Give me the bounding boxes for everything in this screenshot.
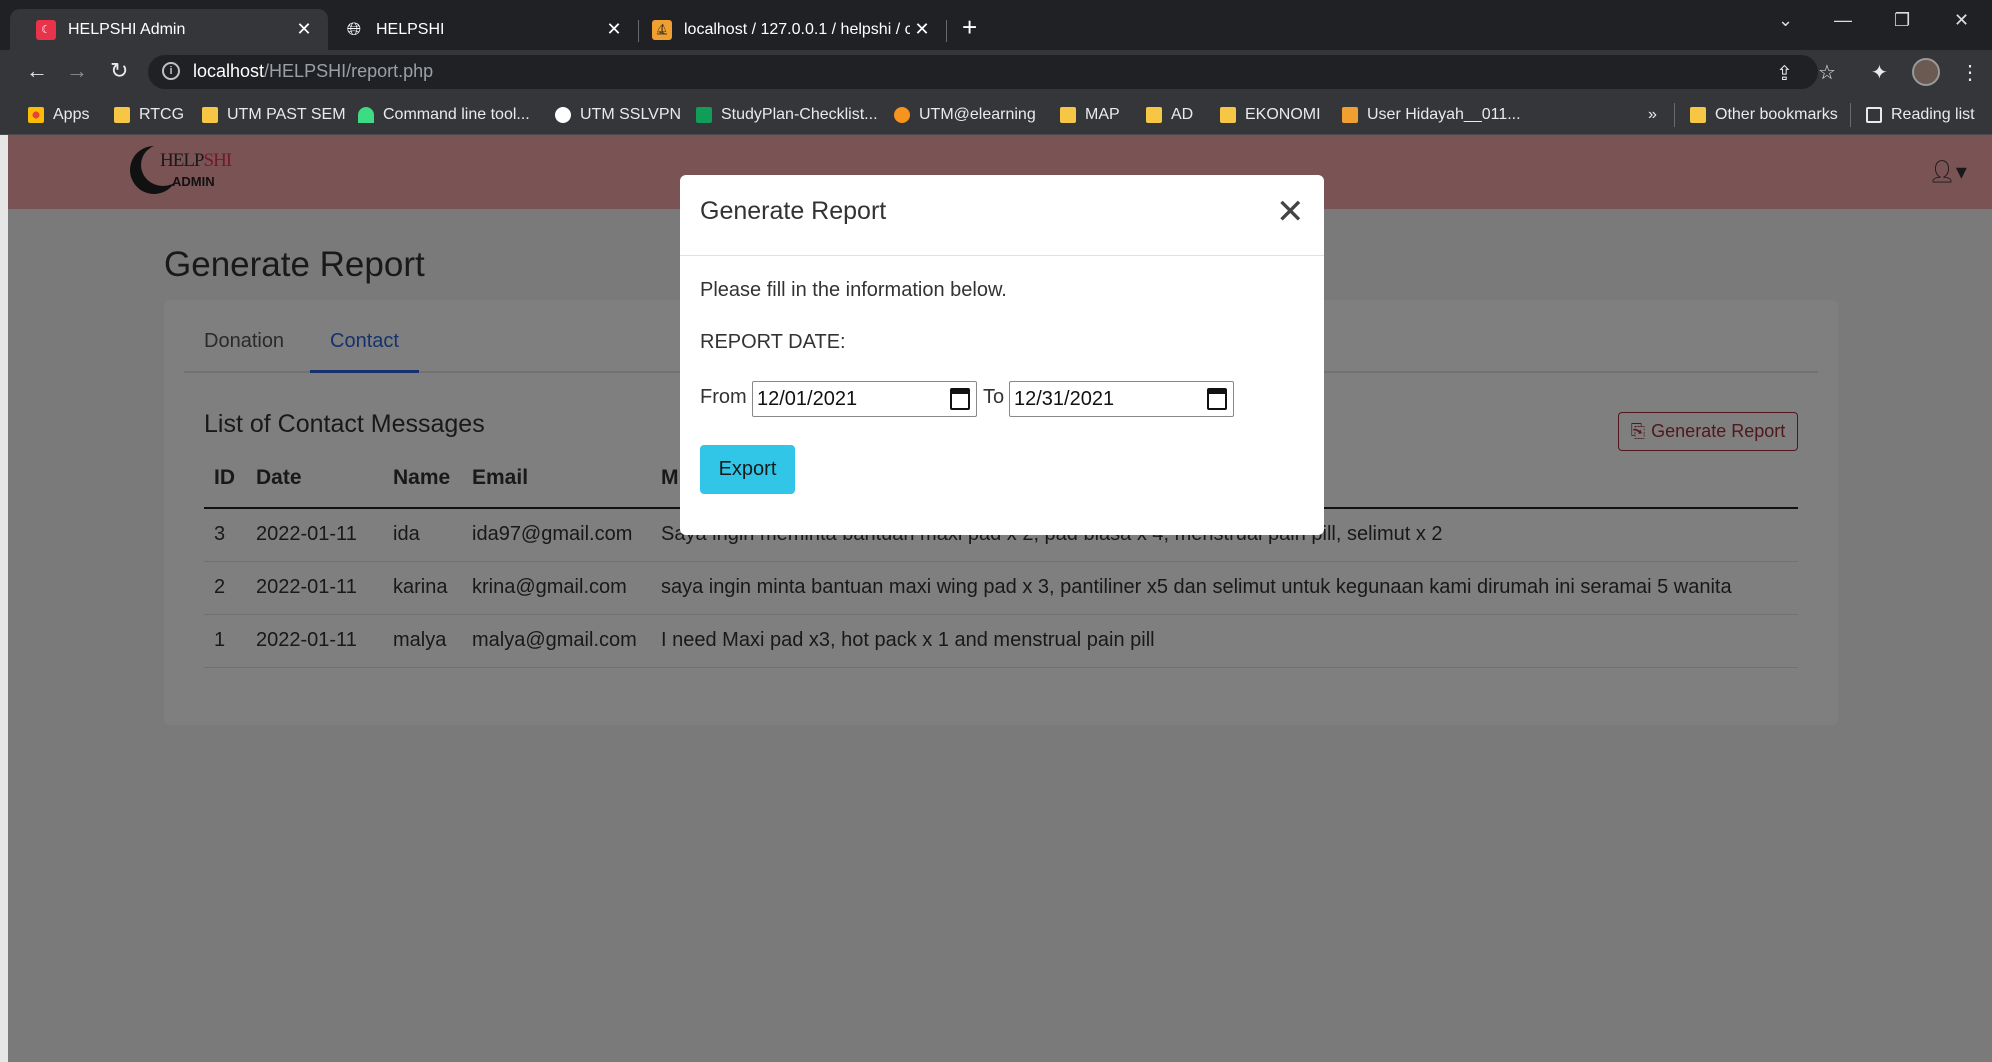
from-date-input[interactable]: 12/01/2021 xyxy=(752,381,977,417)
folder-icon xyxy=(1146,107,1162,123)
globe-icon: 🌐︎ xyxy=(346,19,362,39)
bookmark-user-hidayah[interactable]: User Hidayah__011... xyxy=(1342,103,1521,127)
bookmark-ad[interactable]: AD xyxy=(1146,103,1193,127)
bookmark-rtcg[interactable]: RTCG xyxy=(114,103,184,127)
bookmark-apps[interactable]: Apps xyxy=(28,103,89,127)
bookmark-label: StudyPlan-Checklist... xyxy=(721,106,878,123)
share-icon[interactable]: ⇪ xyxy=(1776,61,1793,86)
sheets-icon xyxy=(696,107,712,123)
tab-title: HELPSHI Admin xyxy=(68,20,186,38)
bookmark-star-icon[interactable]: ☆ xyxy=(1818,60,1836,85)
reading-list-icon xyxy=(1866,107,1882,123)
bookmark-command-line[interactable]: Command line tool... xyxy=(358,103,530,127)
bookmark-label: RTCG xyxy=(139,106,185,123)
android-icon xyxy=(358,107,374,123)
tab-title: HELPSHI xyxy=(376,20,445,38)
phpmyadmin-icon: ⛵︎ xyxy=(652,19,672,40)
url-host: localhost xyxy=(193,61,265,81)
from-label: From xyxy=(700,386,747,408)
tab-search-icon[interactable]: ⌄ xyxy=(1778,10,1793,31)
folder-icon xyxy=(114,107,130,123)
bookmark-ekonomi[interactable]: EKONOMI xyxy=(1220,103,1321,127)
report-date-label: REPORT DATE: xyxy=(700,331,846,353)
bookmark-reading-list[interactable]: Reading list xyxy=(1866,103,1975,127)
bookmark-utm-sslvpn[interactable]: UTM SSLVPN xyxy=(555,103,681,127)
to-date-input[interactable]: 12/31/2021 xyxy=(1009,381,1234,417)
to-label: To xyxy=(983,386,1005,408)
modal-title: Generate Report xyxy=(700,197,887,225)
generate-report-modal: Generate Report ✕ Please fill in the inf… xyxy=(680,175,1324,535)
bookmark-label: UTM SSLVPN xyxy=(580,106,682,123)
close-tab-icon[interactable]: ✕ xyxy=(602,19,626,40)
close-tab-icon[interactable]: ✕ xyxy=(910,19,934,40)
bookmark-label: AD xyxy=(1171,106,1194,123)
calendar-icon[interactable] xyxy=(950,388,970,410)
close-tab-icon[interactable]: ✕ xyxy=(292,19,316,40)
tab-title: localhost / 127.0.0.1 / helpshi / c xyxy=(684,20,910,38)
url-path: /HELPSHI/report.php xyxy=(264,61,434,81)
menu-kebab-icon[interactable]: ⋮ xyxy=(1960,60,1980,85)
new-tab-icon[interactable]: + xyxy=(962,12,977,43)
modal-instructions: Please fill in the information below. xyxy=(700,279,1007,301)
restore-icon[interactable]: ❐ xyxy=(1894,10,1910,31)
moodle-icon xyxy=(894,107,910,123)
globe-icon xyxy=(555,107,571,123)
browser-toolbar: ← → ↻ i localhost/HELPSHI/report.php ⇪ xyxy=(0,50,1992,95)
profile-avatar[interactable] xyxy=(1912,58,1940,86)
bookmark-utm-elearning[interactable]: UTM@elearning xyxy=(894,103,1036,127)
bookmark-label: MAP xyxy=(1085,106,1120,123)
minimize-icon[interactable]: — xyxy=(1834,10,1852,31)
bookmark-label: User Hidayah__011... xyxy=(1367,106,1521,123)
close-window-icon[interactable]: ✕ xyxy=(1954,10,1969,31)
tab-helpshi[interactable]: 🌐︎ HELPSHI ✕ xyxy=(328,9,638,50)
from-date-value: 12/01/2021 xyxy=(757,388,858,410)
address-bar[interactable]: i localhost/HELPSHI/report.php ⇪ xyxy=(148,55,1818,89)
back-icon[interactable]: ← xyxy=(26,58,48,84)
tab-phpmyadmin[interactable]: ⛵︎ localhost / 127.0.0.1 / helpshi / c ✕ xyxy=(640,9,946,50)
bookmark-utm-past-sem[interactable]: UTM PAST SEM xyxy=(202,103,346,127)
bookmark-label: EKONOMI xyxy=(1245,106,1321,123)
url-text: localhost/HELPSHI/report.php xyxy=(193,61,433,82)
folder-icon xyxy=(1220,107,1236,123)
browser-titlebar: ☾ HELPSHI Admin ✕ 🌐︎ HELPSHI ✕ ⛵︎ localh… xyxy=(0,0,1992,50)
bookmark-label: Command line tool... xyxy=(383,106,530,123)
modal-header: Generate Report ✕ xyxy=(680,175,1324,256)
bookmark-label: UTM@elearning xyxy=(919,106,1036,123)
to-date-value: 12/31/2021 xyxy=(1014,388,1115,410)
folder-icon xyxy=(202,107,218,123)
user-icon xyxy=(1342,107,1358,123)
apps-grid-icon xyxy=(28,107,44,123)
bookmark-studyplan[interactable]: StudyPlan-Checklist... xyxy=(696,103,878,127)
folder-icon xyxy=(1060,107,1076,123)
bookmark-label: UTM PAST SEM xyxy=(227,106,346,123)
helpshi-favicon-icon: ☾ xyxy=(36,19,56,40)
more-bookmarks-icon[interactable]: » xyxy=(1648,103,1657,127)
calendar-icon[interactable] xyxy=(1207,388,1227,410)
bookmark-other[interactable]: Other bookmarks xyxy=(1690,103,1838,127)
reload-icon[interactable]: ↻ xyxy=(110,58,128,84)
folder-icon xyxy=(1690,107,1706,123)
tab-helpshi-admin[interactable]: ☾ HELPSHI Admin ✕ xyxy=(10,9,328,50)
bookmark-label: Apps xyxy=(53,106,90,123)
export-button[interactable]: Export xyxy=(700,445,795,494)
bookmarks-bar: Apps RTCG UTM PAST SEM Command line tool… xyxy=(0,95,1992,135)
extensions-icon[interactable]: ✦ xyxy=(1871,60,1888,85)
bookmark-map[interactable]: MAP xyxy=(1060,103,1120,127)
close-icon[interactable]: ✕ xyxy=(1276,195,1305,229)
bookmark-label: Other bookmarks xyxy=(1715,106,1838,123)
forward-icon[interactable]: → xyxy=(66,58,88,84)
bookmark-label: Reading list xyxy=(1891,106,1975,123)
bookmark-label: » xyxy=(1648,106,1657,123)
site-info-icon[interactable]: i xyxy=(162,62,180,80)
